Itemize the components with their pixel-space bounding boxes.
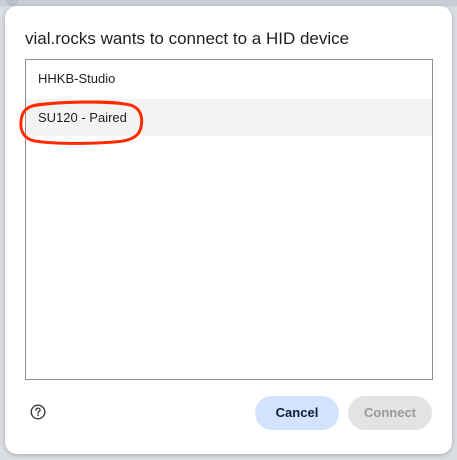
dialog-title: vial.rocks wants to connect to a HID dev… bbox=[25, 29, 350, 48]
cancel-button[interactable]: Cancel bbox=[255, 396, 339, 430]
help-circle-icon[interactable] bbox=[30, 404, 46, 420]
device-list[interactable]: HHKB-Studio SU120 - Paired bbox=[25, 59, 433, 380]
connect-button[interactable]: Connect bbox=[348, 396, 432, 430]
device-item-su120[interactable]: SU120 - Paired bbox=[26, 99, 432, 136]
device-item-hhkb-studio[interactable]: HHKB-Studio bbox=[26, 60, 432, 97]
hid-device-chooser-dialog: vial.rocks wants to connect to a HID dev… bbox=[5, 6, 452, 454]
